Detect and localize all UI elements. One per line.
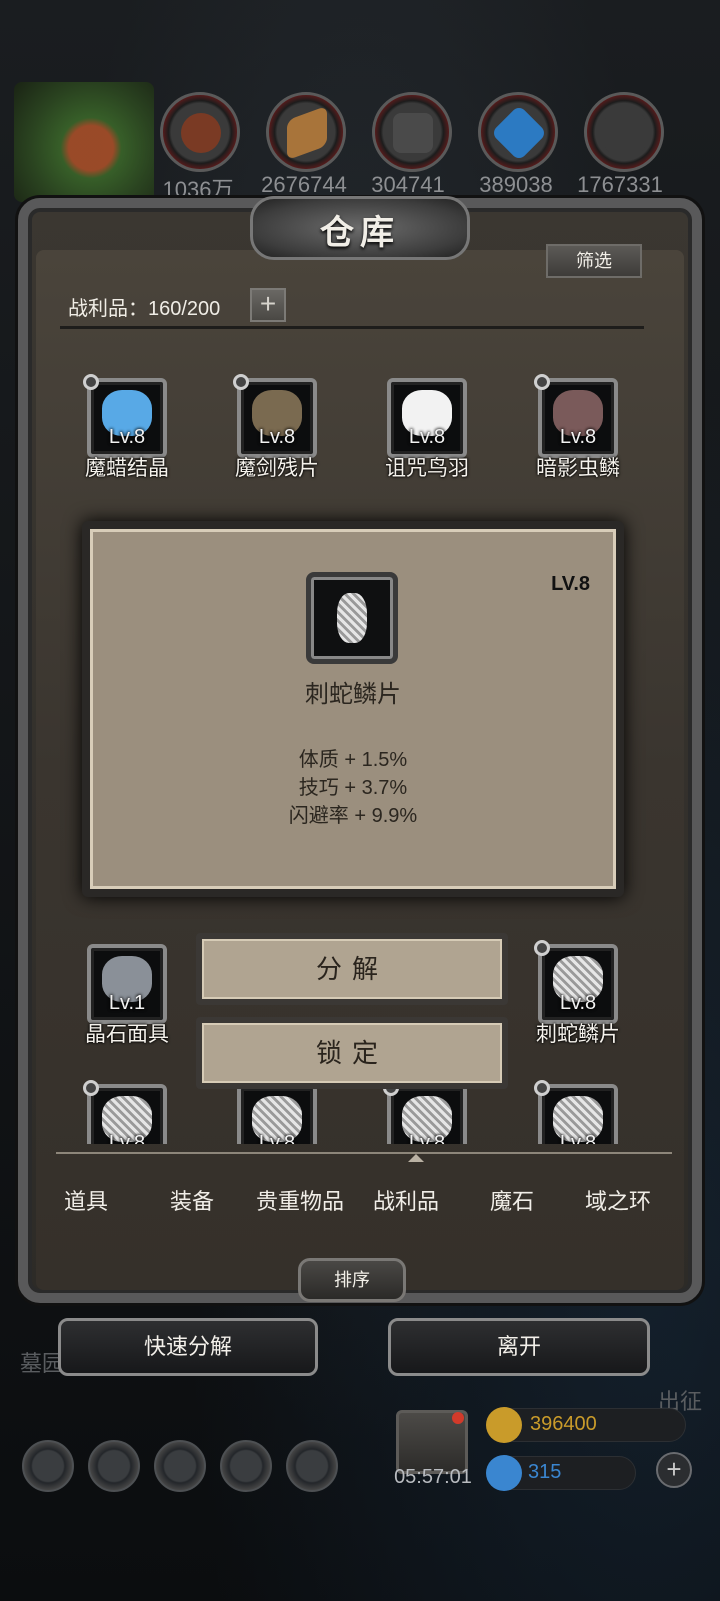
resource-crystal-value: 389038 <box>479 172 553 197</box>
gem-icon <box>486 1455 522 1491</box>
decompose-button[interactable]: 分解 <box>196 933 508 1005</box>
wood-icon <box>266 92 346 172</box>
filter-button[interactable]: 筛选 <box>546 244 642 278</box>
meat-icon <box>160 92 240 172</box>
sort-button[interactable]: 排序 <box>298 1258 406 1302</box>
gift-timer: 05:57:01 <box>394 1466 472 1488</box>
item-name: 晶石面具 <box>85 1023 169 1046</box>
snake-scale-icon <box>337 593 367 643</box>
iron-icon <box>584 92 664 172</box>
settings-icon[interactable] <box>22 1440 74 1492</box>
mail-icon[interactable] <box>220 1440 272 1492</box>
tooltip-item-name: 刺蛇鳞片 <box>305 681 401 708</box>
lock-icon <box>233 374 249 390</box>
tooltip-stat: 闪避率 + 9.9% <box>288 805 418 827</box>
castle-icon[interactable] <box>154 1440 206 1492</box>
tab-loot[interactable]: 战利品 <box>368 1184 444 1218</box>
gem-value: 315 <box>528 1461 562 1483</box>
inventory-row-partial: Lv.8 Lv.8 Lv.8 Lv.8 <box>60 1080 660 1144</box>
item-level: Lv.8 <box>559 426 597 448</box>
crystal-icon <box>478 92 558 172</box>
tooltip-stat: 体质 + 1.5% <box>298 749 408 771</box>
leave-button[interactable]: 离开 <box>388 1318 650 1376</box>
tooltip-item-level: LV.8 <box>551 573 590 595</box>
item-level: Lv.8 <box>559 992 597 1014</box>
header-divider <box>60 326 644 329</box>
star-icon[interactable] <box>88 1440 140 1492</box>
tab-divider <box>56 1152 672 1154</box>
tab-magic-stones[interactable]: 魔石 <box>482 1184 542 1218</box>
resource-iron-value: 1767331 <box>577 172 663 197</box>
inventory-item[interactable]: Lv.8 <box>352 1080 502 1144</box>
item-level: Lv.8 <box>559 1132 597 1144</box>
lock-icon <box>83 374 99 390</box>
item-level: Lv.8 <box>408 426 446 448</box>
inventory-item[interactable]: Lv.8 诅咒鸟羽 <box>352 378 502 488</box>
item-name: 魔剑残片 <box>235 457 319 480</box>
item-level: Lv.8 <box>108 426 146 448</box>
tooltip-stat: 技巧 + 3.7% <box>298 777 408 799</box>
add-currency-button[interactable]: + <box>656 1452 692 1488</box>
resource-bar: 1036万 2676744 304741 389038 1767331 <box>0 82 720 202</box>
item-level: Lv.8 <box>258 1132 296 1144</box>
inventory-item[interactable]: Lv.8 <box>202 1084 352 1144</box>
tooltip-item-slot <box>306 572 398 664</box>
quick-decompose-button[interactable]: 快速分解 <box>58 1318 318 1376</box>
resource-wood-value: 2676744 <box>261 172 347 197</box>
loot-capacity: 战利品：160/200 <box>68 298 221 320</box>
gold-coin-icon <box>486 1407 522 1443</box>
tab-items[interactable]: 道具 <box>56 1184 116 1218</box>
lock-button[interactable]: 锁定 <box>196 1017 508 1089</box>
tab-domain-rings[interactable]: 域之环 <box>580 1184 656 1218</box>
lock-icon <box>534 940 550 956</box>
item-name: 暗影虫鳞 <box>536 457 620 480</box>
inventory-item[interactable]: Lv.8 <box>503 1080 653 1144</box>
tab-equipment[interactable]: 装备 <box>160 1184 224 1218</box>
tab-valuables[interactable]: 贵重物品 <box>252 1184 348 1218</box>
gold-value: 396400 <box>530 1413 597 1435</box>
item-level: Lv.1 <box>108 992 146 1014</box>
item-level: Lv.8 <box>408 1132 446 1144</box>
item-name: 魔蜡结晶 <box>85 457 169 480</box>
resource-stone-value: 304741 <box>371 172 445 197</box>
stone-icon <box>372 92 452 172</box>
inventory-item[interactable]: Lv.8 暗影虫鳞 <box>503 374 653 488</box>
item-level: Lv.8 <box>258 426 296 448</box>
territory-avatar[interactable] <box>14 82 154 202</box>
lock-icon <box>83 1080 99 1096</box>
active-tab-indicator <box>408 1154 424 1162</box>
lock-icon <box>534 374 550 390</box>
expand-capacity-button[interactable]: + <box>250 288 286 322</box>
item-name: 刺蛇鳞片 <box>536 1023 620 1046</box>
notification-dot <box>452 1412 464 1424</box>
inventory-item[interactable]: Lv.8 魔剑残片 <box>202 374 352 488</box>
inventory-item[interactable]: Lv.8 刺蛇鳞片 <box>503 940 653 1054</box>
map-icon[interactable] <box>286 1440 338 1492</box>
item-name: 诅咒鸟羽 <box>385 457 469 480</box>
page-title: 仓库 <box>320 213 400 253</box>
inventory-item[interactable]: Lv.1 晶石面具 <box>52 944 202 1054</box>
inventory-item[interactable]: Lv.8 魔蜡结晶 <box>52 374 202 488</box>
lock-icon <box>534 1080 550 1096</box>
item-level: Lv.8 <box>108 1132 146 1144</box>
inventory-item[interactable]: Lv.8 <box>60 1080 202 1144</box>
